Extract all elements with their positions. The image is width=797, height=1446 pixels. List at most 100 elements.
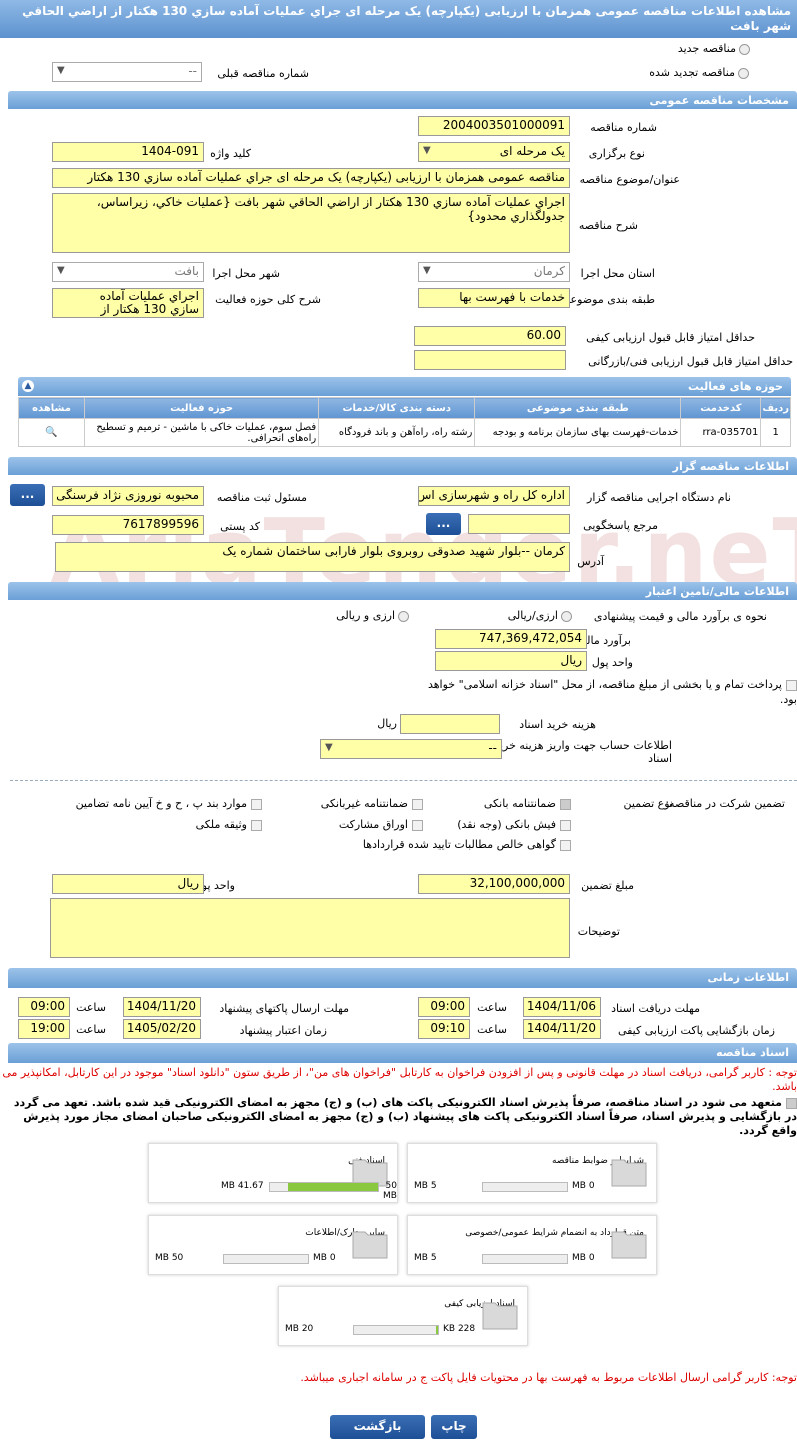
- opt-nonbank-guarantee[interactable]: ضمانتنامه غیربانکی: [321, 797, 423, 810]
- unit-field: ریال: [52, 874, 204, 894]
- city-select[interactable]: بافت ▼: [52, 262, 204, 282]
- prev-tender-select[interactable]: -- ▼: [52, 62, 202, 82]
- currency-label: واحد پول: [591, 656, 633, 669]
- opt-claims-guarantee[interactable]: گواهی خالص مطالبات تایید شده قراردادها: [363, 838, 571, 851]
- currency-field: ریال: [435, 651, 587, 671]
- subject-field: مناقصه عمومی همزمان با ارزیابی (یکپارچه)…: [52, 168, 570, 188]
- valid-time-field: 19:00: [18, 1019, 70, 1039]
- file-card[interactable]: اسناد ارزیابی کیفی 228 KB 20 MB: [278, 1286, 528, 1346]
- collapse-icon[interactable]: ▲: [22, 380, 34, 392]
- recv-date-field: 1404/11/06: [523, 997, 601, 1017]
- scope-field[interactable]: اجراي عمليات آماده سازي 130 هکتار از ارا…: [52, 288, 204, 318]
- ref-button[interactable]: ...: [426, 513, 461, 535]
- open-label: زمان بازگشایی پاکت ارزیابی کیفی: [617, 1024, 775, 1037]
- category-field: خدمات با فهرست بها: [418, 288, 570, 308]
- commit-checkbox[interactable]: متعهد می شود در اسناد مناقصه، صرفاً پذیر…: [0, 1096, 797, 1138]
- scope-label: شرح کلی حوزه فعالیت: [215, 293, 321, 306]
- desc-label: شرح مناقصه: [578, 219, 638, 232]
- opt-bank-guarantee[interactable]: ضمانتنامه بانکی: [484, 797, 571, 810]
- opt-bonds-guarantee[interactable]: اوراق مشارکت: [339, 818, 423, 831]
- valid-label: زمان اعتبار پیشنهاد: [239, 1024, 327, 1037]
- print-button[interactable]: چاپ: [431, 1415, 477, 1439]
- recv-label: مهلت دریافت اسناد: [611, 1002, 700, 1015]
- amount-label: مبلغ تضمین: [581, 879, 634, 892]
- back-button[interactable]: بازگشت: [330, 1415, 425, 1439]
- new-tender-radio[interactable]: مناقصه جدید: [678, 42, 750, 55]
- min-tech-field: [414, 350, 566, 370]
- org-label: نام دستگاه اجرایی مناقصه گزار: [587, 491, 731, 504]
- min-quality-field: 60.00: [414, 326, 566, 346]
- view-icon[interactable]: 🔍: [17, 418, 86, 447]
- guarantee-label: تضمین شرکت در مناقصه:: [665, 797, 785, 810]
- chevron-down-icon: ▼: [57, 65, 65, 76]
- open-date-field: 1404/11/20: [523, 1019, 601, 1039]
- file-card[interactable]: اسناد فنی 41.67 MB 50 MB: [148, 1143, 398, 1203]
- amount-field: 32,100,000,000: [418, 874, 570, 894]
- folder-icon: [482, 1302, 518, 1330]
- docs-notice: توجه : کاربر گرامی، دریافت اسناد در مهلت…: [2, 1066, 797, 1093]
- organizer-header: اطلاعات مناقصه گزار: [8, 457, 797, 475]
- registrar-label: مسئول ثبت مناقصه: [216, 491, 307, 504]
- category-label: طبقه بندی موضوعی: [561, 293, 655, 306]
- guarantee-type-label: نوع تضمین: [623, 797, 673, 810]
- min-tech-label: حداقل امتیاز قابل قبول ارزیابی فنی/بازرگ…: [588, 355, 793, 368]
- general-section-header: مشخصات مناقصه عمومی: [8, 91, 797, 109]
- table-row: 1 rra-035701 خدمات-فهرست بهای سازمان برن…: [17, 418, 791, 447]
- opt-cash-guarantee[interactable]: فیش بانکی (وجه نقد): [457, 818, 571, 831]
- ref-label: مرجع پاسخگویی: [583, 519, 658, 532]
- registrar-button[interactable]: ...: [10, 484, 45, 506]
- estimate-type-label: نحوه ی برآورد مالی و قیمت پیشنهادی: [593, 610, 767, 623]
- tender-number-field: 2004003501000091: [418, 116, 570, 136]
- folder-icon: [352, 1231, 388, 1259]
- type-label: نوع برگزاری: [588, 147, 645, 160]
- folder-icon: [611, 1231, 647, 1259]
- open-time-field: 09:10: [418, 1019, 470, 1039]
- doc-cost-field: [400, 714, 500, 734]
- timing-header: اطلاعات زمانی: [8, 968, 797, 988]
- send-date-field: 1404/11/20: [123, 997, 201, 1017]
- account-label: اطلاعات حساب جهت واریز هزینه خرید اسناد: [494, 739, 672, 765]
- account-select[interactable]: -- ▼: [320, 739, 502, 759]
- prev-tender-label: شماره مناقصه قبلی: [217, 67, 309, 80]
- treasury-checkbox[interactable]: پرداخت تمام و یا بخشی از مبلغ مناقصه، از…: [427, 677, 797, 707]
- type-select[interactable]: یک مرحله ای ▼: [418, 142, 570, 162]
- opt-property-guarantee[interactable]: وثیقه ملکی: [196, 818, 262, 831]
- valid-date-field: 1405/02/20: [123, 1019, 201, 1039]
- page-title: مشاهده اطلاعات مناقصه عمومی همزمان با ار…: [0, 0, 797, 38]
- file-card[interactable]: متن قرارداد به انضمام شرایط عمومی/خصوصی …: [407, 1215, 657, 1275]
- footer-note: توجه: کاربر گرامی ارسال اطلاعات مربوط به…: [300, 1371, 797, 1384]
- address-label: آدرس: [577, 555, 604, 568]
- time-label: ساعت: [477, 1001, 507, 1014]
- doc-cost-label: هزینه خرید اسناد: [519, 718, 596, 731]
- send-time-field: 09:00: [18, 997, 70, 1017]
- desc-field: اجراي عمليات آماده سازي 130 هکتار از ارا…: [52, 193, 570, 253]
- city-label: شهر محل اجرا: [212, 267, 280, 280]
- opt-rules-guarantee[interactable]: موارد بند پ ، ح و خ آیین نامه تضامین: [76, 797, 262, 810]
- postal-field: 7617899596: [52, 515, 204, 535]
- file-card[interactable]: شرایط و ضوابط مناقصه 0 MB 5 MB: [407, 1143, 657, 1203]
- file-card[interactable]: سایر مدارک/اطلاعات 0 MB 50 MB: [148, 1215, 398, 1275]
- finance-header: اطلاعات مالی/تامین اعتبار: [8, 582, 797, 600]
- time-label: ساعت: [477, 1023, 507, 1036]
- notes-label: توضیحات: [577, 925, 620, 938]
- opt-both-radio[interactable]: ارزی و ریالی: [336, 609, 409, 622]
- notes-field: [50, 898, 570, 958]
- number-label: شماره مناقصه: [590, 121, 657, 134]
- opt-rial-radio[interactable]: ارزی/ریالی: [508, 609, 572, 622]
- divider: [10, 780, 797, 781]
- time-label: ساعت: [76, 1001, 106, 1014]
- renewed-tender-radio[interactable]: مناقصه تجدید شده: [649, 66, 749, 79]
- keyword-label: کلید واژه: [210, 147, 251, 160]
- min-quality-label: حداقل امتیاز قابل قبول ارزیابی کیفی: [586, 331, 755, 344]
- province-select[interactable]: کرمان ▼: [418, 262, 570, 282]
- folder-icon: [611, 1159, 647, 1187]
- postal-label: کد پستی: [220, 520, 260, 533]
- address-field: کرمان --بلوار شهید صدوقی روبروی بلوار فا…: [55, 542, 570, 572]
- subject-label: عنوان/موضوع مناقصه: [579, 173, 680, 186]
- estimate-field: 747,369,472,054: [435, 629, 587, 649]
- recv-time-field: 09:00: [418, 997, 470, 1017]
- activities-table: ردیف کدخدمت طبقه بندی موضوعی دسته بندی ک…: [17, 397, 791, 447]
- send-label: مهلت ارسال پاکتهای پیشنهاد: [219, 1002, 349, 1015]
- activities-header: حوزه های فعالیت: [18, 377, 791, 396]
- province-label: استان محل اجرا: [580, 267, 655, 280]
